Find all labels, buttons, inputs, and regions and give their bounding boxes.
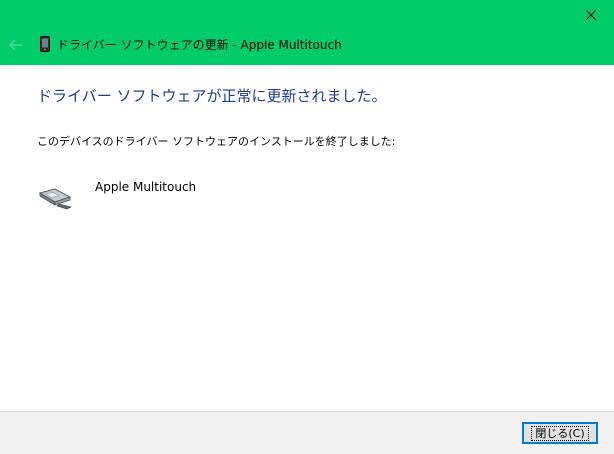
dialog-footer: 閉じる(C) — [0, 411, 614, 454]
driver-update-dialog: ドライバー ソフトウェアの更新 - Apple Multitouch ドライバー… — [0, 0, 614, 454]
device-phone-icon — [40, 36, 50, 52]
status-heading: ドライバー ソフトウェアが正常に更新されました。 — [37, 87, 387, 105]
close-button[interactable]: 閉じる(C) — [522, 422, 598, 444]
close-button-label: 閉じる(C) — [531, 425, 589, 441]
status-message: このデバイスのドライバー ソフトウェアのインストールを終了しました: — [37, 135, 396, 148]
window-close-button[interactable] — [568, 0, 614, 30]
window-title: ドライバー ソフトウェアの更新 - Apple Multitouch — [57, 38, 342, 52]
back-button[interactable] — [4, 33, 28, 57]
device-name: Apple Multitouch — [95, 180, 197, 194]
back-arrow-icon — [9, 39, 22, 51]
title-bar: ドライバー ソフトウェアの更新 - Apple Multitouch — [0, 0, 614, 65]
multitouch-device-icon — [38, 188, 72, 210]
close-icon — [585, 9, 597, 21]
